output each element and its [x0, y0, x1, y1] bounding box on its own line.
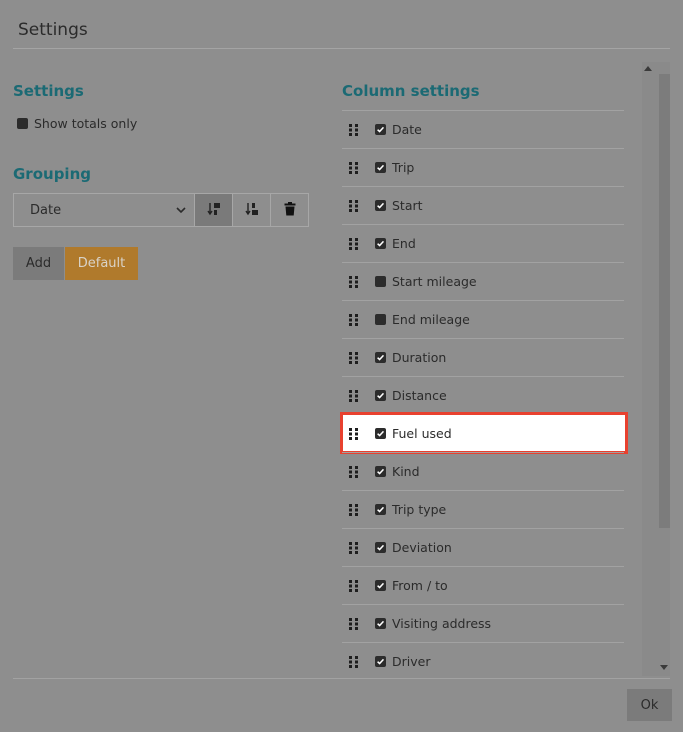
column-list: Date Trip Start End Start mileage End mileage…	[340, 110, 628, 680]
drag-handle-icon[interactable]	[349, 465, 358, 478]
column-label: Start mileage	[392, 274, 477, 289]
sort-ascending-button[interactable]	[233, 193, 271, 227]
column-label: Date	[392, 122, 422, 137]
column-row[interactable]: Trip type	[342, 490, 624, 528]
column-checkbox[interactable]	[375, 504, 386, 515]
settings-heading: Settings	[13, 82, 84, 100]
column-label: Trip	[392, 160, 415, 175]
grouping-controls: Date	[13, 193, 309, 227]
delete-grouping-button[interactable]	[271, 193, 309, 227]
column-row[interactable]: Start	[342, 186, 624, 224]
column-checkbox[interactable]	[375, 542, 386, 553]
scroll-up-icon[interactable]	[644, 66, 652, 71]
column-checkbox[interactable]	[375, 352, 386, 363]
sort-ascending-icon	[244, 201, 259, 220]
column-row[interactable]: Trip	[342, 148, 624, 186]
column-label: Visiting address	[392, 616, 492, 631]
grouping-select[interactable]: Date	[13, 193, 195, 227]
column-label: End mileage	[392, 312, 470, 327]
dialog-title: Settings	[18, 20, 88, 40]
column-label: Kind	[392, 464, 420, 479]
column-row[interactable]: Kind	[342, 452, 624, 490]
drag-handle-icon[interactable]	[349, 503, 358, 516]
drag-handle-icon[interactable]	[349, 161, 358, 174]
column-settings-heading: Column settings	[342, 82, 480, 100]
add-button[interactable]: Add	[13, 247, 64, 280]
show-totals-label: Show totals only	[34, 116, 138, 131]
column-checkbox[interactable]	[375, 276, 386, 287]
drag-handle-icon[interactable]	[349, 579, 358, 592]
column-label: Distance	[392, 388, 447, 403]
scroll-down-icon[interactable]	[660, 665, 668, 670]
sort-descending-icon	[206, 201, 221, 220]
column-row[interactable]: Duration	[342, 338, 624, 376]
column-row[interactable]: Driver	[342, 642, 624, 680]
default-button[interactable]: Default	[65, 247, 138, 280]
chevron-down-icon	[176, 203, 186, 218]
column-row[interactable]: Visiting address	[342, 604, 624, 642]
drag-handle-icon[interactable]	[349, 655, 358, 668]
ok-button[interactable]: Ok	[627, 689, 672, 721]
column-checkbox[interactable]	[375, 238, 386, 249]
drag-handle-icon[interactable]	[349, 541, 358, 554]
column-checkbox[interactable]	[375, 618, 386, 629]
column-checkbox[interactable]	[375, 580, 386, 591]
column-label: Duration	[392, 350, 447, 365]
column-row[interactable]: End mileage	[342, 300, 624, 338]
column-label: Fuel used	[392, 426, 452, 441]
column-label: Start	[392, 198, 423, 213]
column-checkbox[interactable]	[375, 314, 386, 325]
column-row[interactable]: Start mileage	[342, 262, 624, 300]
drag-handle-icon[interactable]	[349, 389, 358, 402]
column-checkbox[interactable]	[375, 390, 386, 401]
column-row[interactable]: Deviation	[342, 528, 624, 566]
column-label: Deviation	[392, 540, 452, 555]
show-totals-option[interactable]: Show totals only	[17, 116, 137, 131]
drag-handle-icon[interactable]	[349, 237, 358, 250]
column-row[interactable]: Fuel used	[340, 412, 628, 454]
column-row[interactable]: Distance	[342, 376, 624, 414]
column-label: Driver	[392, 654, 431, 669]
drag-handle-icon[interactable]	[349, 275, 358, 288]
drag-handle-icon[interactable]	[349, 123, 358, 136]
drag-handle-icon[interactable]	[349, 199, 358, 212]
drag-handle-icon[interactable]	[349, 351, 358, 364]
column-label: Trip type	[392, 502, 447, 517]
trash-icon	[284, 201, 296, 220]
column-label: End	[392, 236, 416, 251]
column-checkbox[interactable]	[375, 428, 386, 439]
column-label: From / to	[392, 578, 448, 593]
column-row[interactable]: Date	[342, 110, 624, 148]
column-checkbox[interactable]	[375, 162, 386, 173]
footer-divider	[13, 678, 670, 679]
column-checkbox[interactable]	[375, 200, 386, 211]
grouping-heading: Grouping	[13, 165, 91, 183]
sort-descending-button[interactable]	[195, 193, 233, 227]
drag-handle-icon[interactable]	[349, 313, 358, 326]
title-divider	[13, 48, 670, 49]
column-checkbox[interactable]	[375, 124, 386, 135]
column-checkbox[interactable]	[375, 656, 386, 667]
drag-handle-icon[interactable]	[349, 427, 358, 440]
column-row[interactable]: End	[342, 224, 624, 262]
column-row[interactable]: From / to	[342, 566, 624, 604]
drag-handle-icon[interactable]	[349, 617, 358, 630]
scrollbar-thumb[interactable]	[659, 74, 670, 528]
show-totals-checkbox[interactable]	[17, 118, 28, 129]
grouping-select-value: Date	[30, 202, 62, 218]
column-checkbox[interactable]	[375, 466, 386, 477]
